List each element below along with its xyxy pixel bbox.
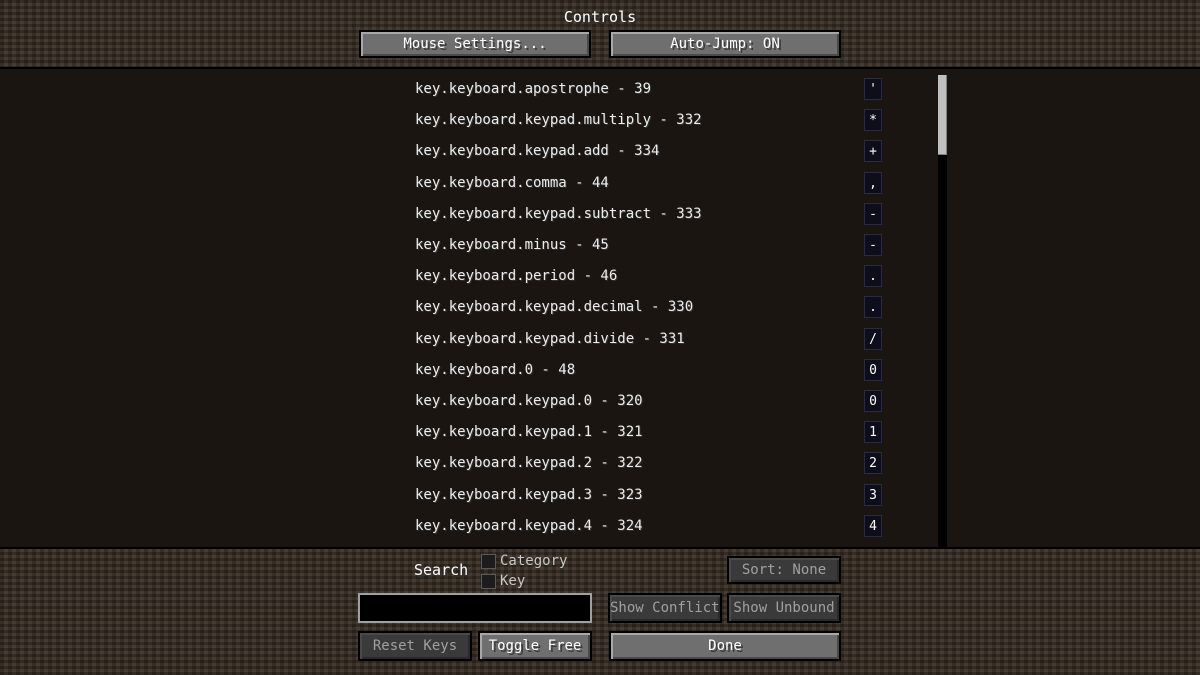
mouse-settings-button[interactable]: Mouse Settings... xyxy=(359,30,591,58)
key-button[interactable]: 0 xyxy=(864,390,882,412)
keybinding-label: key.keyboard.comma - 44 xyxy=(415,174,609,191)
keybinding-label: key.keyboard.keypad.subtract - 333 xyxy=(415,205,702,222)
keybinding-label: key.keyboard.keypad.add - 334 xyxy=(415,143,660,160)
key-button[interactable]: 4 xyxy=(864,514,882,537)
keybinding-row: key.keyboard.keypad.add - 334 + xyxy=(0,137,1200,168)
scrollbar-thumb[interactable] xyxy=(938,75,947,155)
category-checkbox[interactable] xyxy=(481,553,496,569)
keybinding-label: key.keyboard.keypad.decimal - 330 xyxy=(415,299,694,316)
search-label: Search xyxy=(414,561,469,579)
category-label: Category xyxy=(500,553,568,569)
auto-jump-button[interactable]: Auto-Jump: ON xyxy=(609,30,841,58)
show-unbound-button[interactable]: Show Unbound xyxy=(727,593,841,623)
keybinding-label: key.keyboard.keypad.4 - 324 xyxy=(415,517,643,534)
keybinding-row: key.keyboard.keypad.decimal - 330. xyxy=(0,293,1200,324)
keybinding-row: key.keyboard.comma - 44, xyxy=(0,169,1200,200)
key-button[interactable]: ' xyxy=(864,78,882,100)
key-button[interactable]: 3 xyxy=(864,483,882,506)
key-button[interactable]: - xyxy=(864,234,882,256)
keybinding-label: key.keyboard.keypad.0 - 320 xyxy=(415,393,643,409)
keybinding-label: key.keyboard.period - 46 xyxy=(415,268,618,285)
keybinding-row: key.keyboard.apostrophe - 39 ' xyxy=(0,75,1200,106)
sort-button[interactable]: Sort: None xyxy=(727,556,841,584)
key-button[interactable]: , xyxy=(864,171,882,194)
keybinding-label: key.keyboard.keypad.3 - 323 xyxy=(415,486,643,503)
key-button[interactable]: 1 xyxy=(864,421,882,444)
show-conflicts-button[interactable]: Show Conflicts xyxy=(608,593,722,623)
keybinding-label: key.keyboard.keypad.2 - 322 xyxy=(415,455,643,472)
key-label: Key xyxy=(500,573,526,589)
key-checkbox[interactable] xyxy=(481,573,496,589)
keybinding-row: key.keyboard.keypad.subtract - 333 - xyxy=(0,200,1200,231)
key-button[interactable]: 2 xyxy=(864,452,882,475)
key-button[interactable]: + xyxy=(864,140,882,163)
keybinding-label: key.keyboard.keypad.1 - 321 xyxy=(415,424,643,441)
reset-keys-button[interactable]: Reset Keys xyxy=(358,631,472,661)
filter-category[interactable]: Category xyxy=(481,553,567,569)
keybinding-row: key.keyboard.0 - 48 0 xyxy=(0,356,1200,387)
keybinding-label: key.keyboard.0 - 48 xyxy=(415,361,576,378)
keybinding-row: key.keyboard.keypad.3 - 323 3 xyxy=(0,481,1200,512)
keybinding-list[interactable]: key.keyboard.apostrophe - 39 ' key.keyboar… xyxy=(0,67,1200,549)
keybinding-label: key.keyboard.keypad.divide - 331 xyxy=(415,330,685,347)
keybinding-row: key.keyboard.keypad.0 - 320 0 xyxy=(0,387,1200,418)
keybinding-label: key.keyboard.keypad.multiply - 332 xyxy=(415,112,702,129)
done-button[interactable]: Done xyxy=(609,631,841,661)
key-button[interactable]: * xyxy=(864,109,882,132)
keybinding-row: key.keyboard.minus - 45 - xyxy=(0,231,1200,262)
page-title: Controls xyxy=(563,8,637,26)
toggle-free-button[interactable]: Toggle Free xyxy=(478,631,592,661)
key-button[interactable]: / xyxy=(864,327,882,350)
key-button[interactable]: . xyxy=(864,296,882,319)
keybinding-label: key.keyboard.apostrophe - 39 xyxy=(415,81,652,97)
key-button[interactable]: - xyxy=(864,202,882,225)
keybinding-row: key.keyboard.keypad.multiply - 332 * xyxy=(0,106,1200,137)
keybinding-row: key.keyboard.keypad.1 - 321 1 xyxy=(0,418,1200,449)
filter-key[interactable]: Key xyxy=(481,573,525,589)
key-button[interactable]: 0 xyxy=(864,358,882,381)
search-input[interactable] xyxy=(358,593,592,623)
keybinding-row: key.keyboard.keypad.2 - 322 2 xyxy=(0,449,1200,480)
key-button[interactable]: . xyxy=(864,265,882,288)
keybinding-row: key.keyboard.period - 46. xyxy=(0,262,1200,293)
keybinding-row: key.keyboard.keypad.4 - 324 4 xyxy=(0,512,1200,543)
keybinding-row: key.keyboard.keypad.divide - 331 / xyxy=(0,325,1200,356)
keybinding-label: key.keyboard.minus - 45 xyxy=(415,237,609,253)
